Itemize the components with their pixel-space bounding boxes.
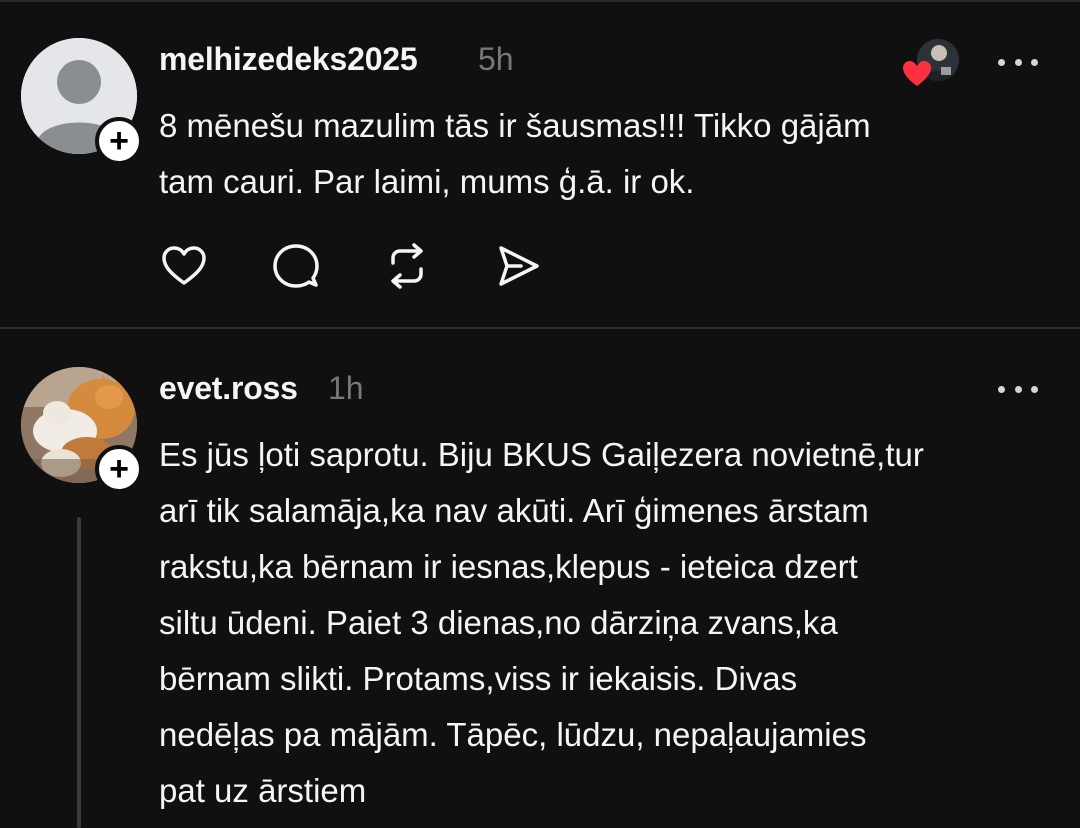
follow-button[interactable]: +	[95, 117, 143, 165]
post-time: 1h	[328, 370, 364, 406]
dot-icon	[1014, 58, 1022, 66]
repost-button[interactable]	[381, 240, 433, 292]
dot-icon	[998, 58, 1005, 66]
follow-button[interactable]: +	[95, 445, 143, 493]
dot-icon	[998, 385, 1005, 393]
liked-by-author-heart-icon	[903, 61, 931, 86]
plus-icon: +	[109, 450, 129, 488]
share-icon	[499, 246, 539, 286]
plus-icon: +	[109, 122, 129, 160]
thread-line	[77, 517, 81, 828]
heart-icon	[162, 246, 206, 285]
username[interactable]: evet.ross	[159, 370, 298, 407]
post-text: 8 mēnešu mazulim tās ir šausmas!!! Tikko…	[159, 107, 871, 200]
like-button[interactable]	[158, 240, 210, 292]
post-divider	[0, 327, 1080, 329]
post-text: Es jūs ļoti saprotu. Biju BKUS Gaiļezera…	[159, 436, 924, 809]
dot-icon	[1031, 385, 1038, 393]
dot-icon	[1031, 58, 1038, 66]
post: + melhizedeks2025 5h 8 mēnešu mazulim tā…	[0, 0, 1080, 328]
more-options-button[interactable]	[998, 379, 1038, 399]
more-options-button[interactable]	[998, 52, 1038, 72]
dot-icon	[1014, 385, 1022, 393]
share-button[interactable]	[492, 240, 544, 292]
username[interactable]: melhizedeks2025	[159, 41, 418, 78]
repost-icon	[391, 243, 423, 289]
comment-icon	[273, 244, 319, 288]
reply-button[interactable]	[270, 240, 322, 292]
post-time: 5h	[478, 41, 514, 77]
